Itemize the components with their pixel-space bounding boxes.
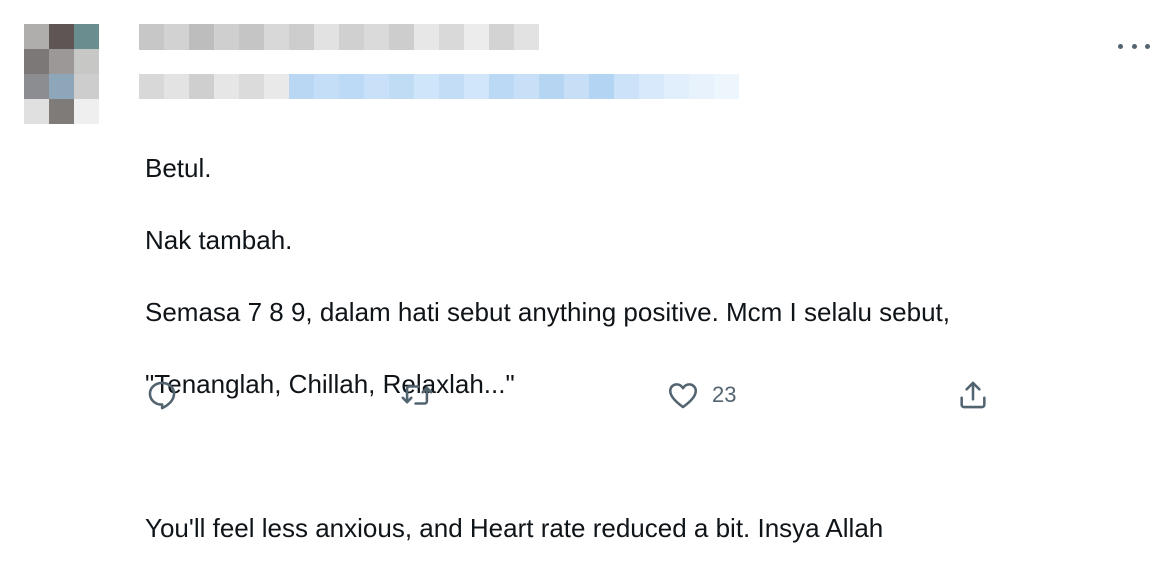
- more-icon[interactable]: [1118, 36, 1150, 56]
- heart-icon: [668, 383, 698, 409]
- handle-blur-pixel: [264, 74, 289, 99]
- retweet-icon: [401, 385, 433, 405]
- handle-blur-pixel: [539, 74, 564, 99]
- handle-blur-pixel: [239, 74, 264, 99]
- reply-icon: [148, 381, 176, 410]
- handle-blur-pixel: [289, 74, 314, 99]
- name-blur-pixel: [189, 24, 214, 50]
- like-button[interactable]: 23: [666, 378, 736, 412]
- tweet-line-empty: [145, 438, 1135, 474]
- handle-blur-pixel: [614, 74, 639, 99]
- handle-blur-pixel: [639, 74, 664, 99]
- avatar-pixel: [74, 74, 99, 99]
- avatar-pixel: [49, 99, 74, 124]
- name-blur-pixel: [414, 24, 439, 50]
- handle-blur-pixel: [139, 74, 164, 99]
- avatar-pixel: [74, 24, 99, 49]
- name-blur-pixel: [314, 24, 339, 50]
- name-blur-pixel: [164, 24, 189, 50]
- reply-button[interactable]: [145, 378, 179, 412]
- name-blur-pixel: [439, 24, 464, 50]
- tweet-text: Betul. Nak tambah. Semasa 7 8 9, dalam h…: [145, 114, 1135, 582]
- avatar-pixel: [24, 99, 49, 124]
- name-blur-pixel: [489, 24, 514, 50]
- handle-blur-pixel: [689, 74, 714, 99]
- name-blur-pixel: [139, 24, 164, 50]
- name-blur-pixel: [214, 24, 239, 50]
- handle-blur-pixel: [414, 74, 439, 99]
- avatar-pixel: [74, 49, 99, 74]
- handle-blur-pixel: [339, 74, 364, 99]
- handle-blur-pixel: [389, 74, 414, 99]
- handle-blur-pixel: [664, 74, 689, 99]
- avatar-pixel: [49, 74, 74, 99]
- avatar[interactable]: [24, 24, 100, 124]
- handle-blur-pixel: [589, 74, 614, 99]
- handle-blur-pixel: [214, 74, 239, 99]
- avatar-pixel: [24, 24, 49, 49]
- share-icon: [960, 381, 986, 409]
- tweet-line: Betul.: [145, 153, 212, 183]
- dot: [1118, 43, 1123, 49]
- dot: [1145, 43, 1150, 49]
- retweet-button[interactable]: [400, 378, 434, 412]
- tweet-line: Nak tambah.: [145, 225, 293, 255]
- name-blur-pixel: [364, 24, 389, 50]
- action-bar: 23: [0, 370, 1162, 426]
- name-blur-pixel: [264, 24, 289, 50]
- handle-blur-pixel: [364, 74, 389, 99]
- avatar-pixel: [49, 24, 74, 49]
- name-blur-pixel: [239, 24, 264, 50]
- avatar-pixel: [24, 49, 49, 74]
- avatar-pixel: [24, 74, 49, 99]
- tweet-line: You'll feel less anxious, and Heart rate…: [145, 513, 884, 543]
- author-name[interactable]: [139, 24, 539, 50]
- handle-blur-pixel: [514, 74, 539, 99]
- name-blur-pixel: [389, 24, 414, 50]
- dot: [1131, 43, 1137, 49]
- tweet-line: Semasa 7 8 9, dalam hati sebut anything …: [145, 297, 950, 327]
- name-blur-pixel: [339, 24, 364, 50]
- avatar-pixel: [74, 99, 99, 124]
- like-count: 23: [712, 382, 737, 407]
- handle-blur-pixel: [189, 74, 214, 99]
- share-button[interactable]: [956, 378, 990, 412]
- handle-blur-pixel: [564, 74, 589, 99]
- name-blur-pixel: [289, 24, 314, 50]
- handle-blur-pixel: [489, 74, 514, 99]
- name-blur-pixel: [464, 24, 489, 50]
- handle-blur-pixel: [714, 74, 739, 99]
- author-handle[interactable]: [139, 74, 739, 99]
- handle-blur-pixel: [439, 74, 464, 99]
- handle-blur-pixel: [464, 74, 489, 99]
- handle-blur-pixel: [164, 74, 189, 99]
- avatar-pixel: [49, 49, 74, 74]
- name-blur-pixel: [514, 24, 539, 50]
- handle-blur-pixel: [314, 74, 339, 99]
